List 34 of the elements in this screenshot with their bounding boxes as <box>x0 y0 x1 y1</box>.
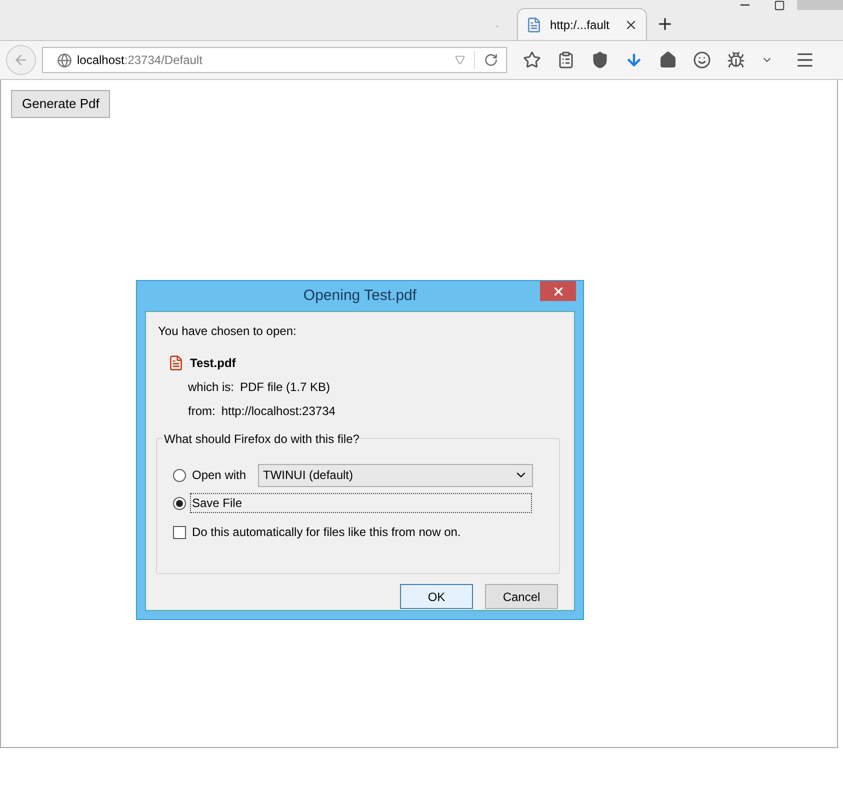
home-icon[interactable] <box>659 51 677 69</box>
detail-label: which is: <box>188 379 234 396</box>
dropdown-icon[interactable] <box>455 55 465 65</box>
url-text: localhost:23734/Default <box>77 52 202 69</box>
radio-button[interactable] <box>173 468 186 482</box>
dialog-button[interactable]: Cancel <box>485 584 558 609</box>
application-dropdown[interactable]: TWINUI (default) <box>258 464 533 486</box>
save-file-option[interactable]: Save File <box>190 493 532 513</box>
reload-icon[interactable] <box>484 53 498 67</box>
smiley-icon[interactable] <box>693 51 711 69</box>
pdf-file-icon <box>168 355 184 371</box>
dialog-title: Opening Test.pdf <box>303 286 417 306</box>
detail-value: http://localhost:23734 <box>221 403 336 420</box>
close-icon <box>552 284 564 298</box>
address-bar[interactable]: localhost:23734/Default <box>42 47 507 73</box>
detail-value: PDF file (1.7 KB) <box>240 379 330 396</box>
maximize-icon[interactable] <box>774 0 785 11</box>
intro-text: You have chosen to open: <box>158 323 298 340</box>
dialog-button[interactable]: OK <box>400 584 473 609</box>
browser-tab[interactable]: http:/...fault <box>517 8 647 40</box>
page-icon <box>526 16 542 32</box>
bookmark-star-icon[interactable] <box>523 51 541 69</box>
checkbox-label: Do this automatically for files like this from now on. <box>192 524 461 541</box>
generate-pdf-button[interactable]: Generate Pdf <box>11 90 110 118</box>
detail-label: from: <box>188 403 216 420</box>
open-with-label[interactable]: Open with <box>192 466 252 484</box>
bug-icon[interactable] <box>727 51 745 69</box>
globe-icon <box>57 52 72 68</box>
file-name: Test.pdf <box>190 355 236 372</box>
download-icon[interactable] <box>625 51 643 69</box>
radio-button[interactable] <box>173 496 186 510</box>
checkbox[interactable] <box>173 526 186 538</box>
new-tab-icon[interactable] <box>656 15 674 33</box>
close-button[interactable] <box>540 281 576 301</box>
